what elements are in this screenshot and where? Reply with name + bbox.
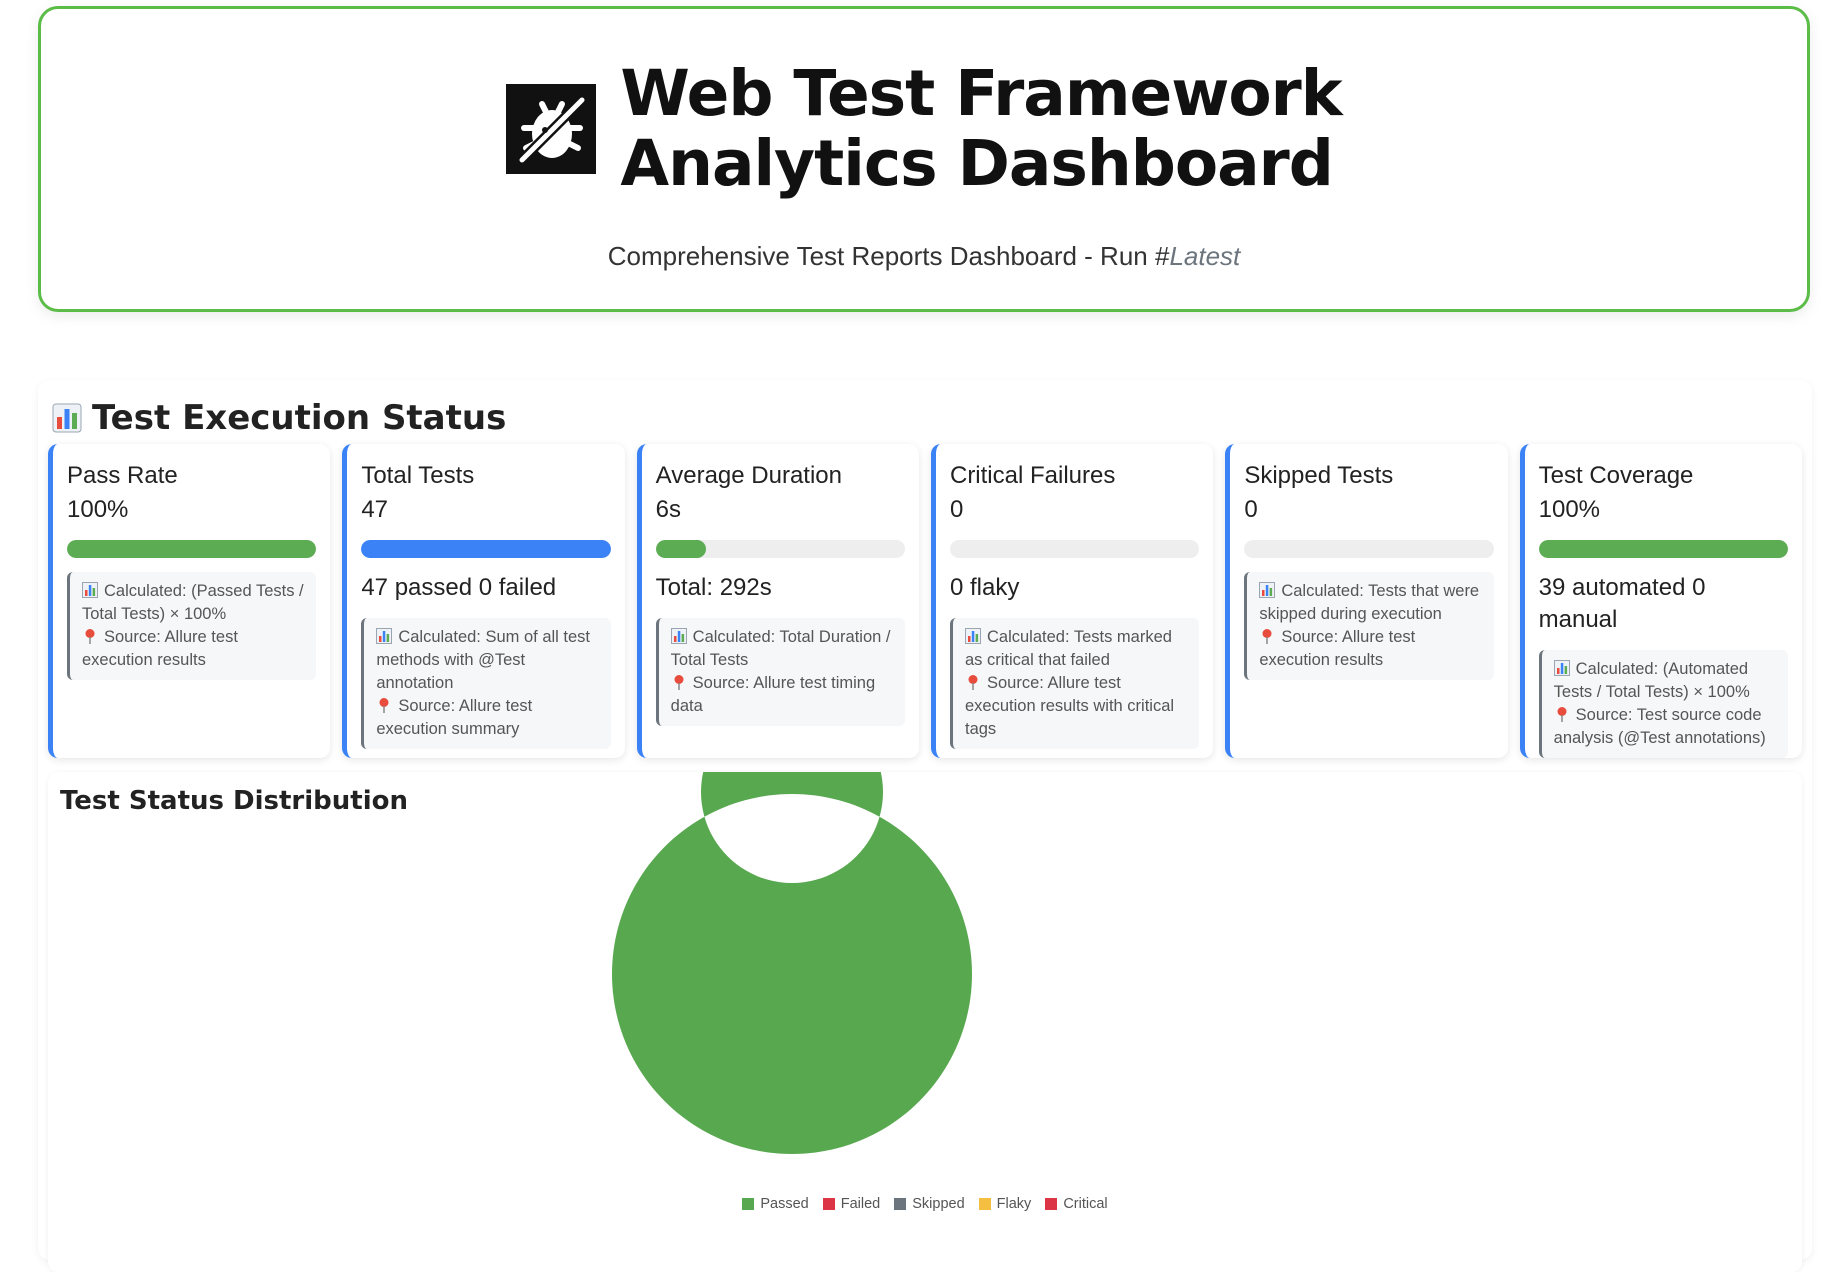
legend-swatch <box>894 1198 907 1210</box>
page-title-line2: Analytics Dashboard <box>620 127 1333 200</box>
legend-item-failed[interactable]: Failed <box>822 1196 881 1212</box>
card-value: 0 <box>1244 496 1258 523</box>
legend-swatch <box>978 1198 991 1210</box>
progress-bar <box>1244 540 1494 558</box>
status-distribution-chart: Test Status Distribution Passed Failed Ski… <box>48 772 1802 1272</box>
bar-chart-icon <box>82 582 98 598</box>
card-detail: 0 flaky <box>949 574 1020 601</box>
progress-bar <box>1538 540 1788 558</box>
source-text: Source: Allure test execution results wi… <box>964 674 1175 738</box>
metric-cards: Pass Rate 100% Calculated: (Passed Tests /… <box>48 444 1802 758</box>
calc-text: Calculated: (Passed Tests / Total Tests)… <box>82 582 304 623</box>
calc-text: Calculated: Sum of all test methods with… <box>376 628 591 692</box>
card-value: 47 <box>361 496 389 523</box>
legend-item-skipped[interactable]: Skipped <box>894 1196 965 1212</box>
page-subtitle: Comprehensive Test Reports Dashboard - R… <box>41 241 1807 272</box>
legend-item-passed[interactable]: Passed <box>742 1196 809 1212</box>
section-title-text: Test Execution Status <box>92 398 507 438</box>
calc-text: Calculated: Total Duration / Total Tests <box>670 628 891 669</box>
card-detail: Total: 292s <box>655 574 772 601</box>
dashboard-page: Web Test Framework Analytics Dashboard C… <box>0 0 1846 1272</box>
progress-fill <box>361 540 611 558</box>
card-value: 100% <box>67 496 129 523</box>
calc-text: Calculated: Tests marked as critical tha… <box>964 628 1172 669</box>
pin-icon <box>674 675 684 690</box>
legend-label: Skipped <box>912 1196 965 1212</box>
card-value: 0 <box>949 496 964 523</box>
page-title-line1: Web Test Framework <box>620 57 1342 130</box>
dashboard-header: Web Test Framework Analytics Dashboard C… <box>38 6 1810 312</box>
metric-card-critical-failures: Critical Failures 0 0 flaky Calculated: Tes… <box>930 444 1214 758</box>
calculation-note: Calculated: Sum of all test methods with… <box>361 618 611 749</box>
progress-bar <box>949 540 1200 558</box>
legend-label: Failed <box>840 1196 881 1212</box>
card-value: 100% <box>1538 496 1601 523</box>
section-title: Test Execution Status <box>52 398 506 438</box>
subtitle-prefix: Comprehensive Test Reports Dashboard - R… <box>607 241 1170 271</box>
legend-label: Critical <box>1063 1196 1108 1212</box>
card-detail: 39 automated 0 manual <box>1538 574 1706 633</box>
pin-icon <box>1262 629 1272 644</box>
card-value: 6s <box>655 496 682 523</box>
bar-chart-icon <box>964 628 981 644</box>
pin-icon <box>1557 707 1567 722</box>
legend-label: Passed <box>760 1196 809 1212</box>
progress-bar <box>361 540 611 558</box>
title-row: Web Test Framework Analytics Dashboard <box>41 59 1807 199</box>
progress-bar <box>67 540 317 558</box>
source-text: Source: Allure test timing data <box>670 674 876 715</box>
calculation-note: Calculated: (Passed Tests / Total Tests)… <box>67 572 317 680</box>
legend-label: Flaky <box>996 1196 1032 1212</box>
metric-card-pass-rate: Pass Rate 100% Calculated: (Passed Tests /… <box>48 444 331 758</box>
calculation-note: Calculated: (Automated Tests / Total Tes… <box>1538 650 1788 758</box>
pin-icon <box>379 698 389 713</box>
source-text: Source: Allure test execution results <box>82 628 238 669</box>
card-title: Skipped Tests <box>1244 462 1394 489</box>
card-title: Critical Failures <box>949 462 1116 489</box>
source-text: Source: Allure test execution results <box>1259 628 1416 669</box>
bar-chart-icon <box>670 628 687 644</box>
source-text: Source: Test source code analysis (@Test… <box>1553 706 1766 747</box>
metric-card-average-duration: Average Duration 6s Total: 292s Calculated:… <box>636 444 919 758</box>
metric-card-total-tests: Total Tests 47 47 passed 0 failed Calculate… <box>342 444 625 758</box>
legend-swatch <box>1045 1198 1058 1210</box>
calculation-note: Calculated: Total Duration / Total Tests… <box>655 618 905 726</box>
progress-fill <box>1538 540 1788 558</box>
bar-chart-icon <box>376 628 393 644</box>
pin-icon <box>85 629 95 644</box>
legend-swatch <box>822 1198 835 1210</box>
page-title: Web Test Framework Analytics Dashboard <box>620 57 1342 200</box>
bar-chart-icon <box>1553 660 1570 676</box>
legend-swatch <box>742 1198 755 1210</box>
chart-legend: Passed Failed Skipped Flaky Critical <box>48 1196 1802 1212</box>
pin-icon <box>968 675 978 690</box>
source-text: Source: Allure test execution summary <box>376 697 533 738</box>
card-title: Test Coverage <box>1538 462 1694 489</box>
calc-text: Calculated: (Automated Tests / Total Tes… <box>1553 660 1750 701</box>
donut-chart <box>612 772 972 1154</box>
progress-bar <box>655 540 905 558</box>
card-title: Average Duration <box>655 462 842 489</box>
calc-text: Calculated: Tests that were skipped duri… <box>1259 582 1480 623</box>
progress-fill <box>655 540 706 558</box>
bug-off-icon <box>506 84 597 174</box>
bar-chart-icon <box>1259 582 1276 598</box>
test-execution-section: Test Execution Status Pass Rate 100% Calcu… <box>38 380 1812 1272</box>
card-detail: 47 passed 0 failed <box>361 574 557 601</box>
card-title: Pass Rate <box>67 462 178 489</box>
bar-chart-icon <box>52 403 82 433</box>
metric-card-skipped-tests: Skipped Tests 0 Calculated: Tests that wer… <box>1225 444 1508 758</box>
calculation-note: Calculated: Tests that were skipped duri… <box>1244 572 1494 680</box>
progress-fill <box>67 540 317 558</box>
legend-item-critical[interactable]: Critical <box>1045 1196 1108 1212</box>
calculation-note: Calculated: Tests marked as critical tha… <box>949 618 1200 749</box>
run-id: Latest <box>1169 241 1241 271</box>
metric-card-test-coverage: Test Coverage 100% 39 automated 0 manual Ca… <box>1519 444 1802 758</box>
legend-item-flaky[interactable]: Flaky <box>978 1196 1032 1212</box>
card-title: Total Tests <box>361 462 475 489</box>
